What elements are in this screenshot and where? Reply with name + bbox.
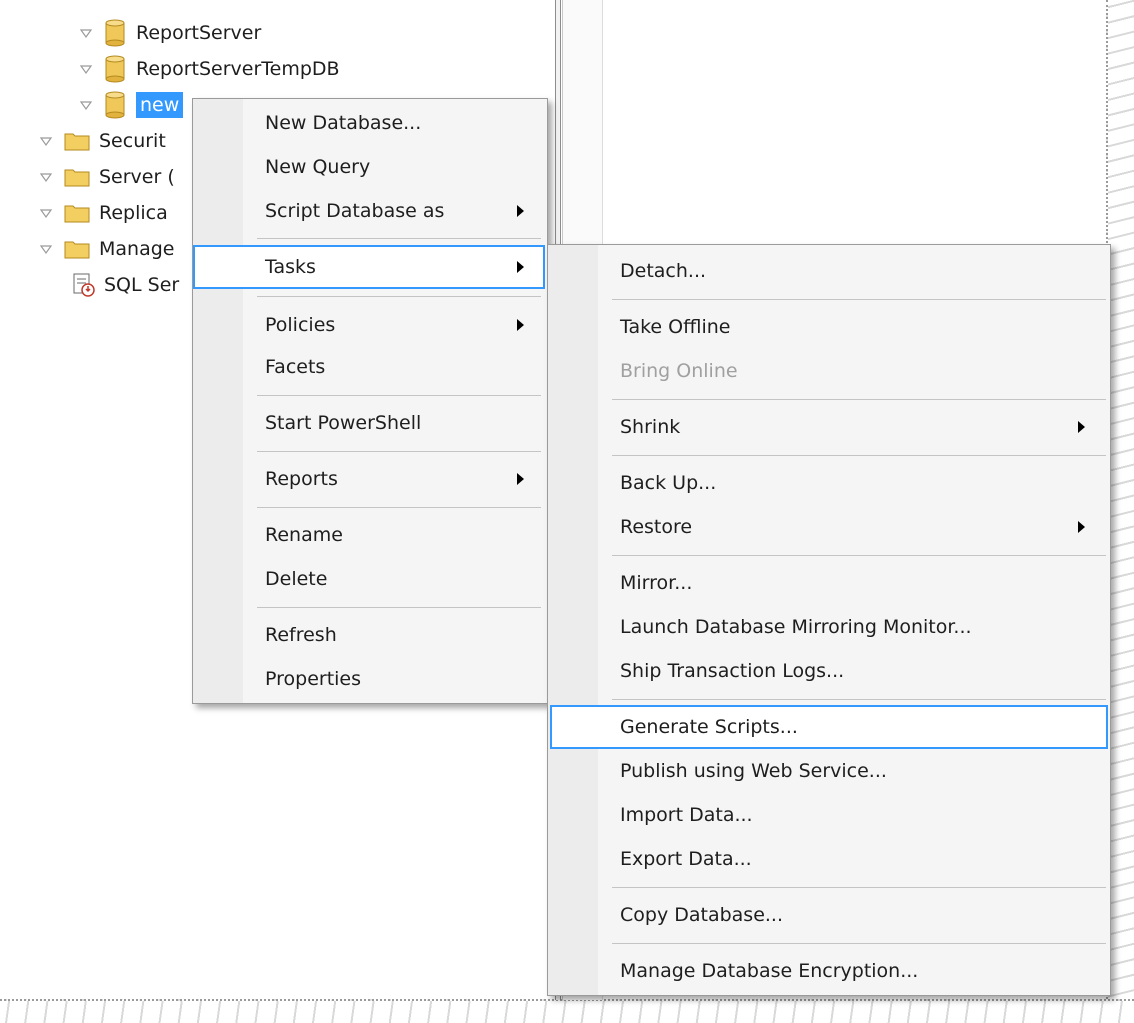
- sql-agent-log-icon: [73, 273, 95, 297]
- menu-item-policies[interactable]: Policies: [265, 305, 335, 345]
- tree-node-management[interactable]: Manage: [40, 232, 174, 266]
- menu-item-back-up[interactable]: Back Up...: [620, 463, 716, 503]
- tree-node-label: Server (: [99, 166, 175, 188]
- menu-item-reports[interactable]: Reports: [265, 459, 338, 499]
- submenu-arrow-icon: [517, 473, 524, 485]
- torn-edge-bottom: [0, 999, 1134, 1023]
- menu-separator: [257, 395, 541, 396]
- submenu-arrow-icon: [1078, 421, 1085, 433]
- expand-triangle-icon[interactable]: [80, 63, 92, 75]
- tree-node-label: ReportServerTempDB: [136, 58, 340, 80]
- menu-item-start-powershell[interactable]: Start PowerShell: [265, 403, 421, 443]
- menu-item-new-database[interactable]: New Database...: [265, 103, 421, 143]
- menu-icon-gutter: [193, 99, 243, 703]
- folder-icon: [64, 241, 90, 259]
- menu-item-rename[interactable]: Rename: [265, 515, 343, 555]
- tree-node-label: SQL Ser: [104, 274, 180, 296]
- menu-item-detach[interactable]: Detach...: [620, 251, 706, 291]
- menu-item-export-data[interactable]: Export Data...: [620, 839, 752, 879]
- menu-item-shrink[interactable]: Shrink: [620, 407, 680, 447]
- menu-item-script-database-as[interactable]: Script Database as: [265, 191, 444, 231]
- menu-item-mirror[interactable]: Mirror...: [620, 563, 692, 603]
- menu-item-delete[interactable]: Delete: [265, 559, 327, 599]
- database-icon: [105, 19, 125, 47]
- menu-icon-gutter: [548, 245, 598, 995]
- menu-item-import-data[interactable]: Import Data...: [620, 795, 753, 835]
- menu-item-tasks-highlight: [193, 245, 545, 289]
- tree-node-reportservertempdb[interactable]: ReportServerTempDB: [80, 52, 340, 86]
- tree-node-label: Securit: [99, 130, 166, 152]
- tree-node-replication[interactable]: Replica: [40, 196, 168, 230]
- database-context-menu: New Database... New Query Script Databas…: [192, 98, 548, 704]
- tasks-submenu: Detach... Take Offline Bring Online Shri…: [547, 244, 1111, 996]
- submenu-arrow-icon: [1078, 521, 1085, 533]
- tree-node-security[interactable]: Securit: [40, 124, 166, 158]
- menu-item-properties[interactable]: Properties: [265, 659, 361, 699]
- submenu-arrow-icon: [517, 261, 524, 273]
- menu-separator: [257, 507, 541, 508]
- tree-node-label: Replica: [99, 202, 168, 224]
- menu-item-publish-web-service[interactable]: Publish using Web Service...: [620, 751, 887, 791]
- menu-item-new-query[interactable]: New Query: [265, 147, 370, 187]
- expand-triangle-icon[interactable]: [40, 243, 52, 255]
- menu-item-manage-database-encryption[interactable]: Manage Database Encryption...: [620, 951, 918, 991]
- expand-triangle-icon[interactable]: [80, 27, 92, 39]
- menu-separator: [257, 451, 541, 452]
- menu-separator: [612, 943, 1106, 944]
- menu-separator: [257, 238, 541, 239]
- menu-item-tasks[interactable]: Tasks: [265, 247, 316, 287]
- menu-item-facets[interactable]: Facets: [265, 347, 325, 387]
- menu-item-copy-database[interactable]: Copy Database...: [620, 895, 783, 935]
- menu-item-generate-scripts[interactable]: Generate Scripts...: [620, 707, 798, 747]
- folder-icon: [64, 133, 90, 151]
- tree-node-label: ReportServer: [136, 22, 262, 44]
- menu-item-restore[interactable]: Restore: [620, 507, 692, 547]
- menu-separator: [612, 399, 1106, 400]
- menu-item-launch-mirroring-monitor[interactable]: Launch Database Mirroring Monitor...: [620, 607, 972, 647]
- menu-separator: [612, 555, 1106, 556]
- menu-separator: [612, 455, 1106, 456]
- expand-triangle-icon[interactable]: [80, 99, 92, 111]
- menu-separator: [612, 299, 1106, 300]
- submenu-arrow-icon: [517, 205, 524, 217]
- submenu-arrow-icon: [517, 319, 524, 331]
- expand-triangle-icon[interactable]: [40, 207, 52, 219]
- menu-separator: [257, 607, 541, 608]
- tree-node-server-objects[interactable]: Server (: [40, 160, 175, 194]
- menu-separator: [612, 699, 1106, 700]
- folder-icon: [64, 205, 90, 223]
- tree-node-new[interactable]: new: [80, 88, 184, 122]
- menu-item-refresh[interactable]: Refresh: [265, 615, 337, 655]
- folder-icon: [64, 169, 90, 187]
- tree-node-sql-server-logs[interactable]: SQL Ser: [72, 268, 179, 302]
- tree-node-label: Manage: [99, 238, 175, 260]
- menu-item-ship-transaction-logs[interactable]: Ship Transaction Logs...: [620, 651, 844, 691]
- menu-separator: [612, 887, 1106, 888]
- expand-triangle-icon[interactable]: [40, 171, 52, 183]
- expand-triangle-icon[interactable]: [40, 135, 52, 147]
- menu-item-bring-online: Bring Online: [620, 360, 738, 382]
- menu-separator: [257, 296, 541, 297]
- tree-node-reportserver[interactable]: ReportServer: [80, 16, 261, 50]
- database-icon: [105, 55, 125, 83]
- menu-item-take-offline[interactable]: Take Offline: [620, 307, 731, 347]
- tree-node-label-selected: new: [136, 92, 184, 118]
- database-icon: [105, 91, 125, 119]
